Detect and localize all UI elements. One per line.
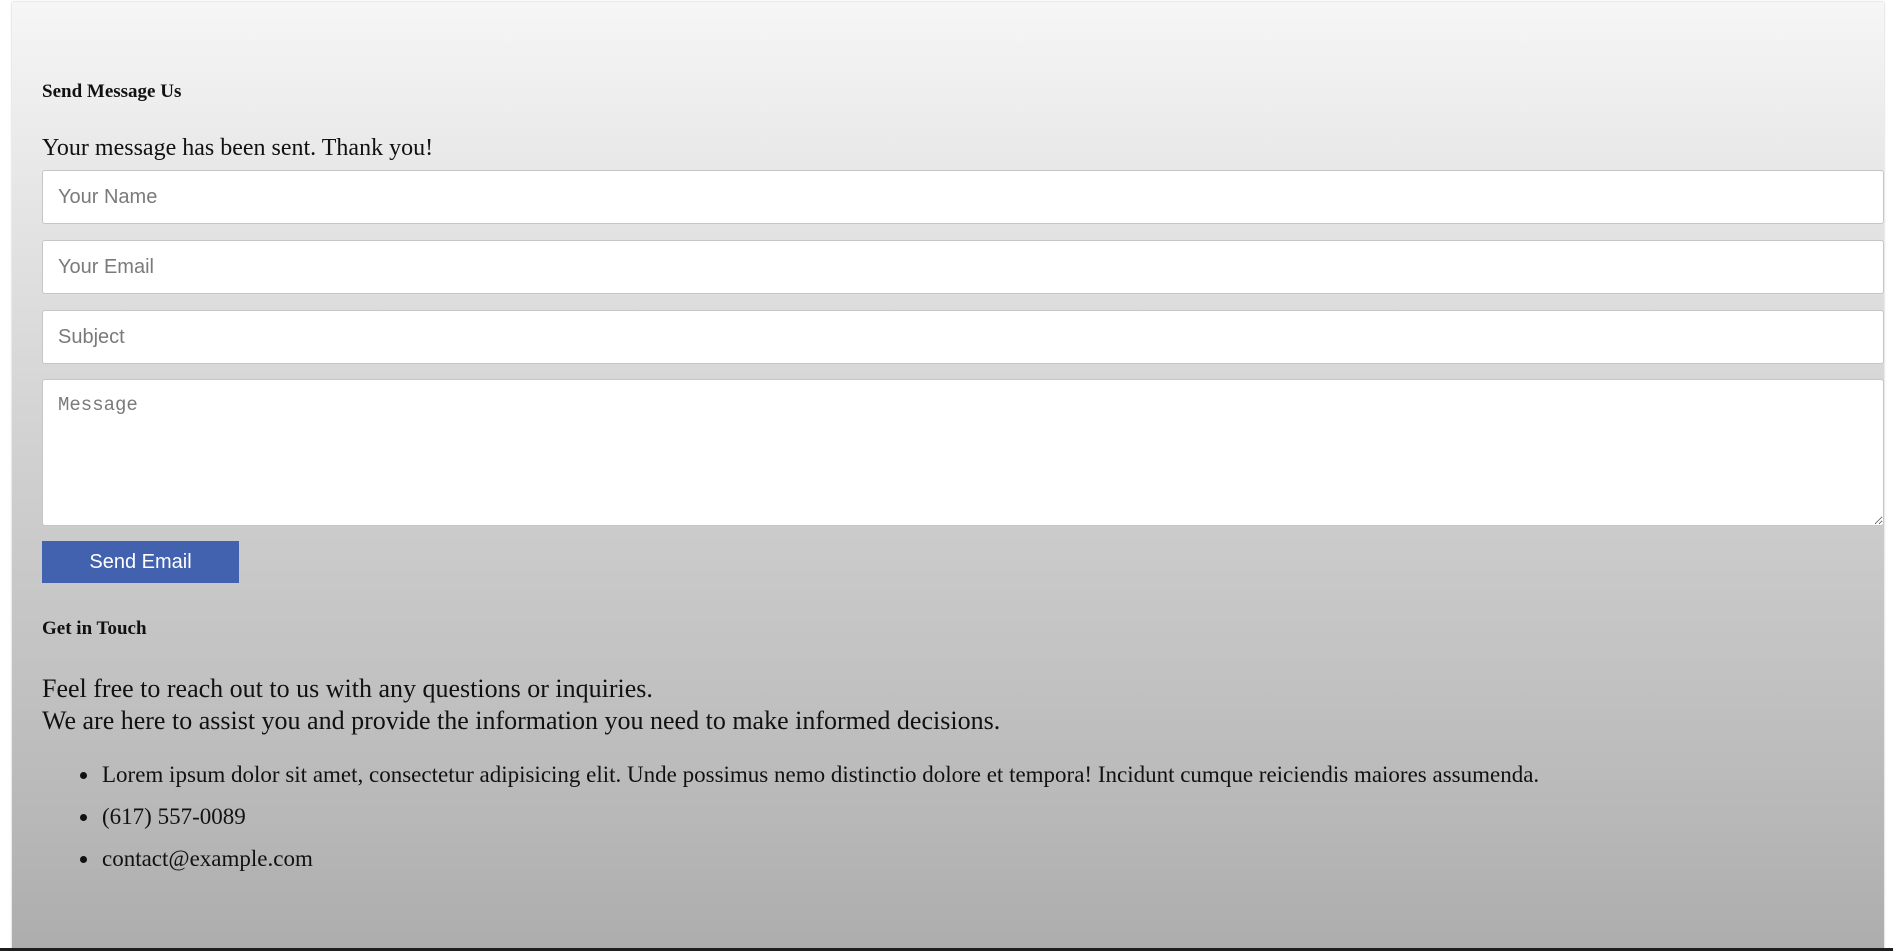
get-in-touch-intro: Feel free to reach out to us with any qu…: [42, 673, 1000, 737]
bullet-icon: [80, 772, 87, 779]
contact-page: Send Message Us Your message has been se…: [12, 2, 1884, 949]
bullet-icon: [80, 814, 87, 821]
contact-description: Lorem ipsum dolor sit amet, consectetur …: [102, 762, 1540, 787]
get-in-touch-title: Get in Touch: [42, 618, 147, 639]
subject-input[interactable]: [42, 310, 1884, 364]
send-email-button[interactable]: Send Email: [42, 541, 239, 583]
contact-email: contact@example.com: [102, 846, 313, 871]
sent-confirmation-message: Your message has been sent. Thank you!: [42, 135, 434, 161]
list-item: (617) 557-0089: [42, 796, 1539, 838]
list-item: Lorem ipsum dolor sit amet, consectetur …: [42, 754, 1539, 796]
email-input[interactable]: [42, 240, 1884, 294]
send-message-title: Send Message Us: [42, 81, 182, 102]
name-input[interactable]: [42, 170, 1884, 224]
bullet-icon: [80, 856, 87, 863]
list-item: contact@example.com: [42, 838, 1539, 880]
intro-line-2: We are here to assist you and provide th…: [42, 706, 1001, 735]
contact-phone: (617) 557-0089: [102, 804, 246, 829]
contact-details-list: Lorem ipsum dolor sit amet, consectetur …: [42, 754, 1539, 880]
message-textarea[interactable]: [42, 379, 1884, 526]
intro-line-1: Feel free to reach out to us with any qu…: [42, 674, 653, 703]
